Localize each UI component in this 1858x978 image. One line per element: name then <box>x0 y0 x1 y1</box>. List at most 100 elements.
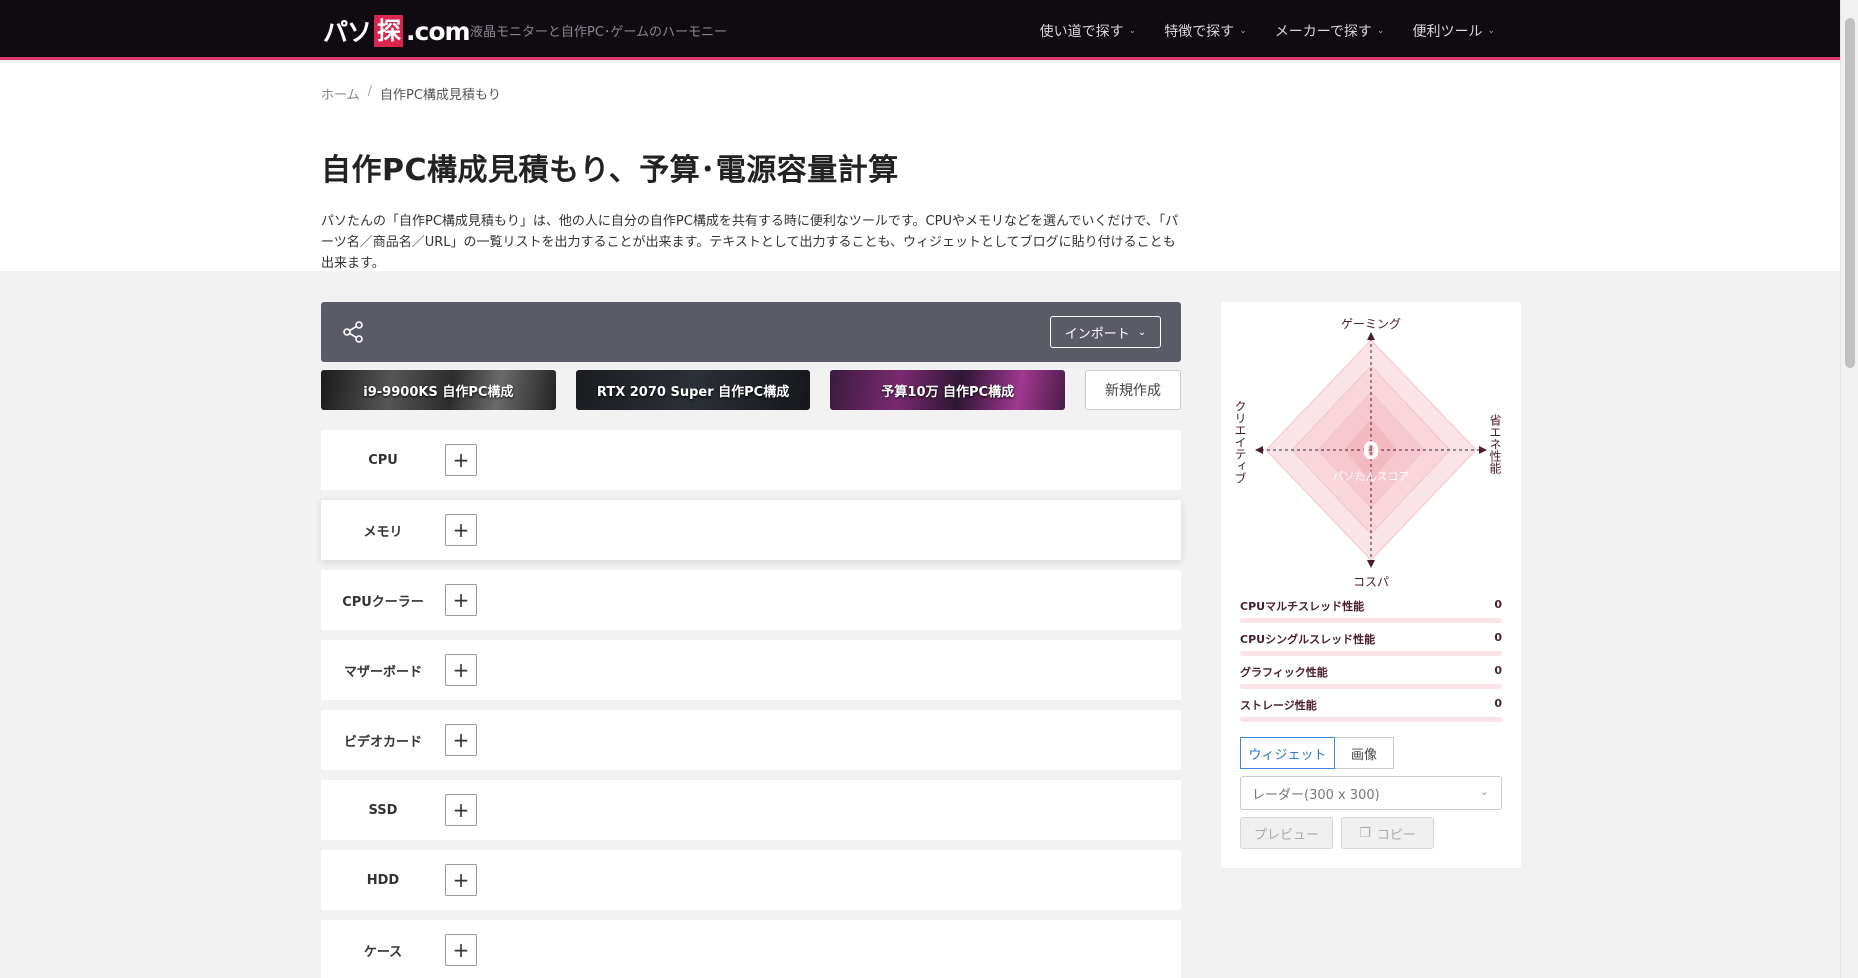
select-value: レーダー(300 x 300) <box>1252 787 1380 803</box>
chevron-down-icon: ⌄ <box>1376 26 1385 36</box>
part-label: HDD <box>366 872 400 888</box>
copy-icon: ❐ <box>1359 825 1371 841</box>
logo-text-pre: パソ <box>323 18 372 47</box>
nav-label: 使い道で探す <box>1039 24 1124 40</box>
import-button[interactable]: インポート ⌄ <box>1050 316 1161 348</box>
stat-bar <box>1240 684 1502 689</box>
chevron-down-icon: ⌄ <box>1128 26 1137 36</box>
output-actions: プレビュー ❐ コピー <box>1240 817 1434 849</box>
score-panel: ゲーミング コスパ クリエイティブ 省エネ性能 0 パソたんスコア CPUマルチ… <box>1221 302 1521 868</box>
radar-chart: ゲーミング コスパ クリエイティブ 省エネ性能 0 パソたんスコア <box>1233 317 1502 589</box>
axis-label-top: ゲーミング <box>1341 317 1401 331</box>
add-part-button[interactable]: + <box>445 724 477 756</box>
axis-label-right: 省エネ性能 <box>1488 414 1502 474</box>
chevron-down-icon: ⌄ <box>1479 785 1489 798</box>
part-label: SSD <box>368 802 398 818</box>
logo-text-post: .com <box>406 16 471 46</box>
part-row-video-card: ビデオカード + <box>321 710 1181 770</box>
preset-budget-100k[interactable]: 予算10万 自作PC構成 <box>830 370 1066 410</box>
stat-label: CPUシングルスレッド性能 <box>1240 633 1376 646</box>
stat-value: 0 <box>1494 697 1502 710</box>
part-label: CPUクーラー <box>342 594 424 610</box>
score-value: 0 <box>1363 437 1380 465</box>
site-logo[interactable]: パソ 探 .com <box>323 14 471 48</box>
part-label: ビデオカード <box>343 734 422 750</box>
add-part-button[interactable]: + <box>445 444 477 476</box>
part-label: CPU <box>368 452 398 468</box>
nav-item-tools[interactable]: 便利ツール ⌄ <box>1412 21 1495 41</box>
part-row-cpu-cooler: CPUクーラー + <box>321 570 1181 630</box>
add-part-button[interactable]: + <box>445 654 477 686</box>
add-part-button[interactable]: + <box>445 934 477 966</box>
page-scrollbar[interactable] <box>1840 0 1858 978</box>
part-row-memory: メモリ + <box>321 500 1181 560</box>
nav-label: 便利ツール <box>1412 24 1483 40</box>
add-part-button[interactable]: + <box>445 584 477 616</box>
new-build-button[interactable]: 新規作成 <box>1085 370 1181 410</box>
share-icon[interactable] <box>341 320 365 344</box>
copy-label: コピー <box>1376 827 1416 843</box>
part-label: ケース <box>363 944 403 960</box>
stat-label: ストレージ性能 <box>1240 699 1317 712</box>
breadcrumb-home[interactable]: ホーム <box>321 84 360 103</box>
stat-storage: ストレージ性能 0 <box>1240 697 1502 722</box>
stat-value: 0 <box>1494 664 1502 677</box>
preset-rtx-2070-super[interactable]: RTX 2070 Super 自作PC構成 <box>575 370 811 410</box>
site-tagline: 液晶モニターと自作PC･ゲームのハーモニー <box>470 25 728 40</box>
arrow-up-icon <box>1367 332 1375 340</box>
preset-i9-9900ks[interactable]: i9-9900KS 自作PC構成 <box>321 370 556 410</box>
arrow-left-icon <box>1255 446 1263 454</box>
page-title: 自作PC構成見積もり、予算･電源容量計算 <box>321 153 899 188</box>
site-header: パソ 探 .com 液晶モニターと自作PC･ゲームのハーモニー 使い道で探す ⌄ … <box>0 0 1840 60</box>
breadcrumb: ホーム / 自作PC構成見積もり <box>321 84 501 103</box>
page-intro: パソたんの「自作PC構成見積もり」は、他の人に自分の自作PC構成を共有する時に便… <box>321 214 1179 271</box>
arrow-right-icon <box>1479 446 1487 454</box>
stat-value: 0 <box>1494 631 1502 644</box>
nav-label: メーカーで探す <box>1274 24 1372 40</box>
parts-list: CPU + メモリ + CPUクーラー + マザーボード + ビデオカード + SSD + … <box>321 430 1181 978</box>
scrollbar-thumb[interactable] <box>1845 18 1855 368</box>
output-tabs: ウィジェット 画像 <box>1240 737 1394 769</box>
tab-image[interactable]: 画像 <box>1335 737 1394 769</box>
chevron-down-icon: ⌄ <box>1487 26 1495 36</box>
add-part-button[interactable]: + <box>445 864 477 896</box>
import-label: インポート <box>1064 326 1130 342</box>
builder-toolbar: インポート ⌄ <box>321 302 1181 362</box>
main-nav: 使い道で探す ⌄ 特徴で探す ⌄ メーカーで探す ⌄ 便利ツール ⌄ <box>1040 21 1495 41</box>
arrow-down-icon <box>1367 560 1375 568</box>
axis-label-bottom: コスパ <box>1353 575 1389 589</box>
nav-item-maker[interactable]: メーカーで探す ⌄ <box>1275 21 1385 41</box>
add-part-button[interactable]: + <box>445 794 477 826</box>
breadcrumb-separator: / <box>367 84 373 99</box>
part-row-case: ケース + <box>321 920 1181 978</box>
logo-text-kanji: 探 <box>374 15 404 47</box>
stat-bar <box>1240 618 1502 623</box>
chevron-down-icon: ⌄ <box>1239 26 1247 36</box>
part-row-cpu: CPU + <box>321 430 1181 490</box>
stat-cpu-single: CPUシングルスレッド性能 0 <box>1240 631 1502 656</box>
copy-button[interactable]: ❐ コピー <box>1341 817 1434 849</box>
preset-list: i9-9900KS 自作PC構成 RTX 2070 Super 自作PC構成 予… <box>321 370 1181 410</box>
axis-label-left: クリエイティブ <box>1233 400 1247 484</box>
stat-bar <box>1240 717 1502 722</box>
part-label: マザーボード <box>343 664 422 680</box>
nav-item-feature[interactable]: 特徴で探す ⌄ <box>1164 21 1247 41</box>
tab-widget[interactable]: ウィジェット <box>1240 737 1335 769</box>
stat-cpu-multi: CPUマルチスレッド性能 0 <box>1240 598 1502 623</box>
widget-size-select[interactable]: レーダー(300 x 300) ⌄ <box>1240 776 1502 810</box>
chevron-down-icon: ⌄ <box>1137 326 1147 338</box>
stat-bar <box>1240 651 1502 656</box>
part-label: メモリ <box>363 524 403 540</box>
stat-graphics: グラフィック性能 0 <box>1240 664 1502 689</box>
stat-value: 0 <box>1494 598 1502 611</box>
add-part-button[interactable]: + <box>445 514 477 546</box>
breadcrumb-current: 自作PC構成見積もり <box>380 88 501 103</box>
part-row-hdd: HDD + <box>321 850 1181 910</box>
stat-label: CPUマルチスレッド性能 <box>1240 600 1365 613</box>
nav-label: 特徴で探す <box>1164 24 1235 40</box>
score-label: パソたんスコア <box>1333 470 1410 483</box>
preview-button[interactable]: プレビュー <box>1240 817 1333 849</box>
nav-item-usage[interactable]: 使い道で探す ⌄ <box>1040 21 1137 41</box>
part-row-motherboard: マザーボード + <box>321 640 1181 700</box>
stat-label: グラフィック性能 <box>1240 666 1328 679</box>
